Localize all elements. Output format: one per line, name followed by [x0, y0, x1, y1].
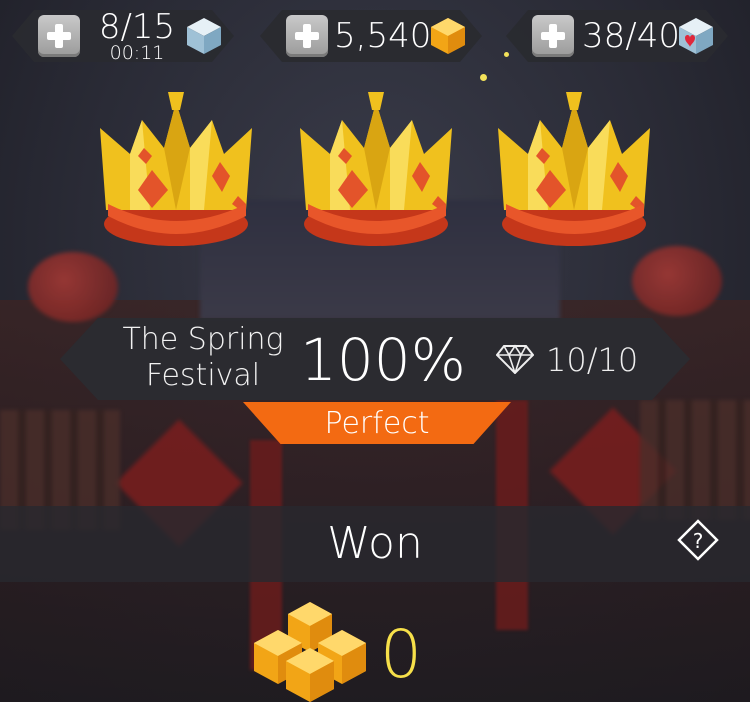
- gold-gems-pile-icon: [254, 602, 366, 702]
- hearts-counter: 38/40: [506, 10, 728, 62]
- reward-value: 0: [380, 616, 422, 693]
- lantern-left: [28, 252, 118, 322]
- heart-cube-icon: [679, 18, 713, 54]
- add-energy-button[interactable]: [38, 15, 80, 57]
- sparkle: [480, 74, 487, 81]
- gold-hexagon-icon: [431, 18, 465, 54]
- energy-value: 8/15: [98, 7, 176, 47]
- coins-counter: 5,540: [260, 10, 482, 62]
- blue-cube-icon: [187, 18, 221, 54]
- gold-crown-icon: [300, 92, 452, 246]
- add-hearts-button[interactable]: [532, 15, 574, 57]
- shelf-right: [640, 400, 750, 520]
- diamond-count: 10/10: [546, 341, 639, 379]
- completion-percent: 100%: [300, 326, 466, 394]
- add-coins-button[interactable]: [286, 15, 328, 57]
- status-label: Won: [327, 518, 423, 569]
- energy-counter: 8/15 00:11: [12, 7, 234, 63]
- level-title: The Spring Festival: [122, 322, 284, 393]
- rank-label: Perfect: [324, 406, 430, 441]
- lantern-right: [632, 246, 722, 316]
- svg-text:?: ?: [693, 529, 704, 553]
- hearts-value: 38/40: [582, 16, 680, 56]
- gold-crown-icon: [100, 92, 252, 246]
- help-icon[interactable]: ?: [676, 518, 720, 562]
- coins-value: 5,540: [334, 16, 432, 56]
- diamond-icon: [496, 344, 534, 374]
- gold-crown-icon: [498, 92, 650, 246]
